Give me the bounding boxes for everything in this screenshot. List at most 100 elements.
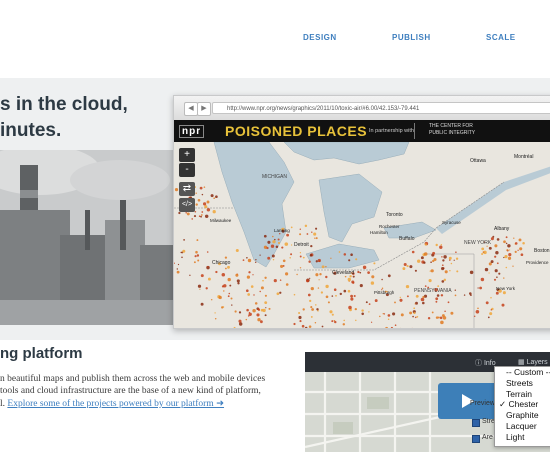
- facility-dot[interactable]: [437, 285, 439, 287]
- facility-dot[interactable]: [311, 287, 314, 290]
- facility-dot[interactable]: [406, 285, 409, 288]
- facility-dot[interactable]: [230, 297, 232, 299]
- facility-dot[interactable]: [355, 258, 357, 260]
- facility-dot[interactable]: [271, 245, 274, 248]
- facility-dot[interactable]: [235, 274, 238, 277]
- facility-dot[interactable]: [213, 210, 216, 213]
- facility-dot[interactable]: [255, 302, 258, 305]
- facility-dot[interactable]: [280, 265, 283, 268]
- facility-dot[interactable]: [455, 251, 457, 253]
- facility-dot[interactable]: [195, 255, 197, 257]
- facility-dot[interactable]: [196, 239, 198, 241]
- facility-dot[interactable]: [488, 317, 490, 319]
- facility-dot[interactable]: [177, 268, 178, 269]
- facility-dot[interactable]: [246, 289, 249, 292]
- facility-dot[interactable]: [185, 212, 187, 214]
- facility-dot[interactable]: [225, 256, 227, 258]
- facility-dot[interactable]: [196, 203, 198, 205]
- facility-dot[interactable]: [286, 234, 289, 237]
- facility-dot[interactable]: [219, 296, 222, 299]
- facility-dot[interactable]: [300, 256, 302, 258]
- facility-dot[interactable]: [280, 279, 282, 281]
- facility-dot[interactable]: [330, 258, 331, 259]
- facility-dot[interactable]: [181, 257, 183, 259]
- facility-dot[interactable]: [474, 316, 475, 317]
- facility-dot[interactable]: [234, 327, 236, 328]
- facility-dot[interactable]: [442, 314, 445, 317]
- facility-dot[interactable]: [222, 273, 226, 277]
- facility-dot[interactable]: [316, 237, 318, 239]
- facility-dot[interactable]: [481, 278, 484, 281]
- facility-dot[interactable]: [381, 279, 383, 281]
- facility-dot[interactable]: [450, 312, 453, 315]
- facility-dot[interactable]: [506, 243, 508, 245]
- facility-dot[interactable]: [451, 263, 453, 265]
- facility-dot[interactable]: [498, 273, 500, 275]
- facility-dot[interactable]: [354, 295, 356, 297]
- facility-dot[interactable]: [294, 294, 296, 296]
- facility-dot[interactable]: [316, 260, 318, 262]
- facility-dot[interactable]: [311, 316, 313, 318]
- facility-dot[interactable]: [285, 242, 289, 246]
- facility-dot[interactable]: [486, 301, 489, 304]
- facility-dot[interactable]: [296, 274, 297, 275]
- facility-dot[interactable]: [225, 268, 227, 270]
- facility-dot[interactable]: [258, 309, 260, 311]
- facility-dot[interactable]: [251, 285, 254, 288]
- facility-dot[interactable]: [441, 256, 442, 257]
- facility-dot[interactable]: [334, 321, 336, 323]
- facility-dot[interactable]: [371, 322, 372, 323]
- facility-dot[interactable]: [435, 301, 437, 303]
- facility-dot[interactable]: [496, 292, 499, 295]
- menu-item-chester[interactable]: ✓ Chester: [495, 399, 550, 410]
- facility-dot[interactable]: [238, 320, 241, 323]
- facility-dot[interactable]: [435, 297, 438, 300]
- facility-dot[interactable]: [215, 318, 216, 319]
- facility-dot[interactable]: [305, 225, 307, 227]
- facility-dot[interactable]: [237, 279, 240, 282]
- facility-dot[interactable]: [445, 270, 448, 273]
- facility-dot[interactable]: [237, 282, 239, 284]
- facility-dot[interactable]: [246, 257, 248, 259]
- facility-dot[interactable]: [332, 314, 334, 316]
- facility-dot[interactable]: [325, 285, 328, 288]
- facility-dot[interactable]: [456, 270, 458, 272]
- facility-dot[interactable]: [412, 316, 414, 318]
- facility-dot[interactable]: [339, 251, 341, 253]
- facility-dot[interactable]: [503, 240, 506, 243]
- facility-dot[interactable]: [253, 294, 254, 295]
- facility-dot[interactable]: [494, 244, 497, 247]
- facility-dot[interactable]: [449, 270, 450, 271]
- menu-item-light[interactable]: Light: [495, 432, 550, 443]
- facility-dot[interactable]: [255, 262, 256, 263]
- facility-dot[interactable]: [322, 265, 325, 268]
- facility-dot[interactable]: [278, 242, 280, 244]
- facility-dot[interactable]: [425, 243, 427, 245]
- facility-dot[interactable]: [283, 259, 286, 262]
- facility-dot[interactable]: [348, 290, 351, 293]
- explore-projects-link[interactable]: Explore some of the projects powered by …: [7, 399, 224, 409]
- facility-dot[interactable]: [442, 264, 444, 266]
- facility-dot[interactable]: [207, 266, 208, 267]
- facility-dot[interactable]: [262, 309, 265, 312]
- facility-dot[interactable]: [249, 313, 252, 316]
- nav-publish-link[interactable]: PUBLISH: [392, 33, 431, 42]
- facility-dot[interactable]: [199, 289, 200, 290]
- facility-dot[interactable]: [200, 187, 203, 190]
- facility-dot[interactable]: [399, 299, 402, 302]
- facility-dot[interactable]: [223, 290, 224, 291]
- facility-dot[interactable]: [202, 194, 203, 195]
- facility-dot[interactable]: [421, 256, 424, 259]
- facility-dot[interactable]: [303, 257, 305, 259]
- facility-dot[interactable]: [494, 279, 496, 281]
- facility-dot[interactable]: [267, 241, 270, 244]
- facility-dot[interactable]: [248, 271, 250, 273]
- facility-dot[interactable]: [198, 285, 201, 288]
- forward-button[interactable]: ▶: [197, 102, 211, 116]
- facility-dot[interactable]: [175, 188, 178, 191]
- facility-dot[interactable]: [382, 288, 384, 290]
- facility-dot[interactable]: [416, 295, 419, 298]
- facility-dot[interactable]: [311, 232, 312, 233]
- facility-dot[interactable]: [392, 312, 395, 315]
- facility-dot[interactable]: [477, 307, 479, 309]
